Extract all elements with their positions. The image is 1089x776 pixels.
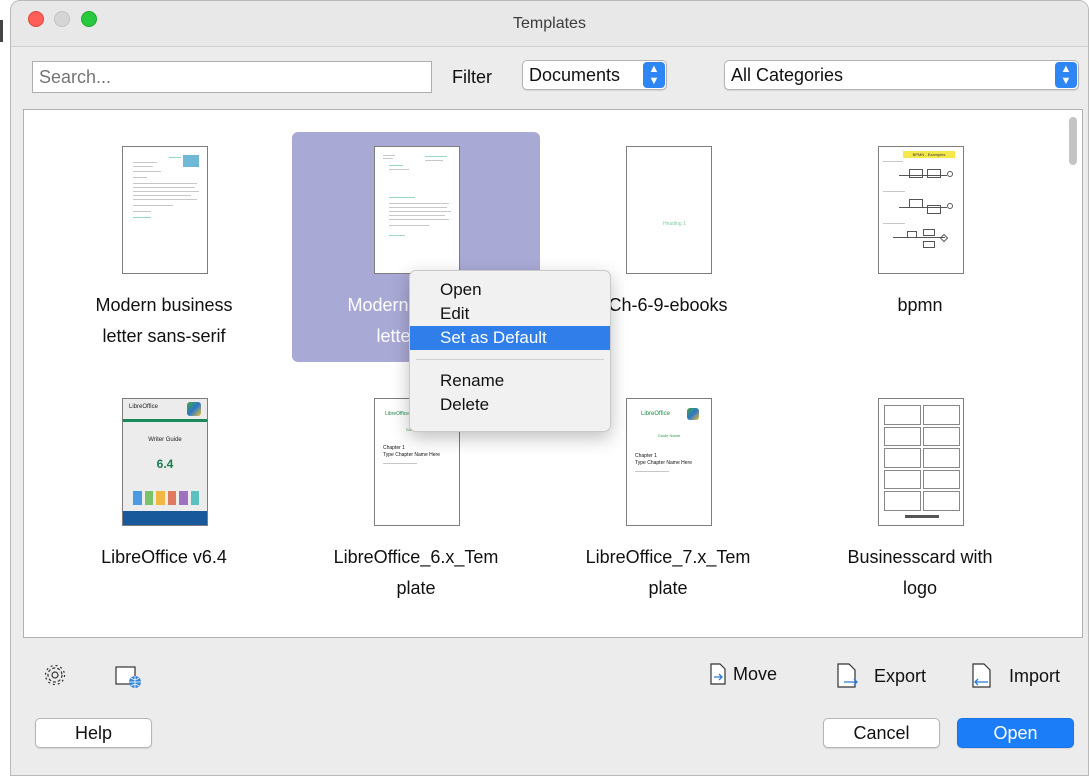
- thumb-brand: LibreOffice: [641, 411, 670, 417]
- libreoffice-logo-icon: [687, 408, 699, 420]
- template-label: bpmn: [796, 290, 1044, 321]
- template-item[interactable]: Modern business letter sans-serif: [40, 132, 288, 362]
- export-button[interactable]: Export: [836, 663, 926, 689]
- filter-label: Filter: [452, 67, 492, 87]
- menu-separator: [416, 359, 604, 360]
- template-thumbnail: BPMN - Examples: [878, 146, 964, 274]
- template-label: LibreOffice_7.x_Tem plate: [544, 542, 792, 604]
- filter-select-value: Documents: [529, 65, 621, 85]
- window-title: Templates: [513, 15, 586, 32]
- thumb-version: 6.4: [156, 457, 174, 471]
- thumb-chapter-label: Chapter 1: [635, 453, 657, 459]
- online-repository-icon[interactable]: [115, 665, 143, 694]
- export-label: Export: [874, 665, 927, 686]
- template-label-line: LibreOffice v6.4: [101, 547, 227, 567]
- vertical-scrollbar[interactable]: [1069, 117, 1077, 165]
- template-item[interactable]: LibreOffice Writer Guide 6.4 LibreOffice…: [40, 384, 288, 614]
- template-label-line: Modern business: [95, 295, 233, 315]
- template-label-line: bpmn: [897, 295, 943, 315]
- thumb-guide-title: Guide Name: [657, 433, 681, 438]
- import-button[interactable]: Import: [971, 663, 1060, 689]
- move-button[interactable]: Move: [709, 663, 777, 685]
- thumb-bpmn-title: BPMN - Examples: [903, 151, 955, 158]
- export-icon: [837, 663, 858, 688]
- template-thumbnail: Heading 1: [626, 146, 712, 274]
- thumb-brand: LibreOffice: [385, 411, 410, 417]
- template-label-line: letter sans-serif: [102, 326, 226, 346]
- thumb-chapter-name: Type Chapter Name Here: [635, 460, 692, 466]
- template-label-line: plate: [648, 578, 688, 598]
- template-label: LibreOffice_6.x_Tem plate: [292, 542, 540, 604]
- template-thumbnail: [374, 146, 460, 274]
- template-thumbnail: [878, 398, 964, 526]
- menu-item-set-as-default[interactable]: Set as Default: [410, 326, 610, 350]
- import-label: Import: [1009, 665, 1061, 686]
- menu-item-rename[interactable]: Rename: [410, 369, 610, 393]
- open-button[interactable]: Open: [957, 718, 1074, 748]
- select-arrows-icon: ▲ ▼: [643, 62, 665, 88]
- select-arrows-icon: ▲ ▼: [1055, 62, 1077, 88]
- menu-item-delete[interactable]: Delete: [410, 393, 610, 417]
- thumb-chapter-name: Type Chapter Name Here: [383, 452, 440, 458]
- category-select-value: All Categories: [731, 65, 844, 85]
- thumb-brand: LibreOffice: [129, 404, 158, 410]
- template-item[interactable]: Businesscard with logo: [796, 384, 1044, 614]
- template-thumbnail: [122, 146, 208, 274]
- template-label-line: Businesscard with: [847, 547, 993, 567]
- template-thumbnail: LibreOffice Writer Guide 6.4: [122, 398, 208, 526]
- category-select[interactable]: All Categories ▲ ▼: [724, 60, 1079, 90]
- thumb-chapter-label: Chapter 1: [383, 445, 405, 451]
- template-label-line: logo: [902, 578, 938, 598]
- settings-gear-icon[interactable]: [43, 663, 67, 692]
- template-label-line: LibreOffice_6.x_Tem: [333, 547, 499, 567]
- template-label-line: LibreOffice_7.x_Tem: [585, 547, 751, 567]
- template-label-line: plate: [396, 578, 436, 598]
- menu-item-open[interactable]: Open: [410, 278, 610, 302]
- template-label: LibreOffice v6.4: [40, 542, 288, 573]
- cancel-button[interactable]: Cancel: [823, 718, 940, 748]
- thumb-heading: Heading 1: [663, 221, 686, 227]
- search-input[interactable]: [32, 61, 432, 93]
- context-menu: Open Edit Set as Default Rename Delete: [409, 270, 611, 432]
- template-label: Businesscard with logo: [796, 542, 1044, 604]
- template-label: Modern business letter sans-serif: [40, 290, 288, 352]
- filter-select[interactable]: Documents ▲ ▼: [522, 60, 667, 90]
- background-window-edge: [0, 20, 3, 42]
- import-icon: [972, 663, 991, 688]
- thumb-guide-title: Writer Guide: [148, 437, 182, 443]
- menu-item-edit[interactable]: Edit: [410, 302, 610, 326]
- title-bar: Templates: [11, 1, 1088, 47]
- help-button[interactable]: Help: [35, 718, 152, 748]
- template-thumbnail: LibreOffice Guide Name Chapter 1 Type Ch…: [626, 398, 712, 526]
- move-icon: [710, 663, 726, 685]
- template-item[interactable]: BPMN - Examples bpmn: [796, 132, 1044, 362]
- libreoffice-logo-icon: [187, 402, 201, 416]
- move-label: Move: [733, 663, 778, 684]
